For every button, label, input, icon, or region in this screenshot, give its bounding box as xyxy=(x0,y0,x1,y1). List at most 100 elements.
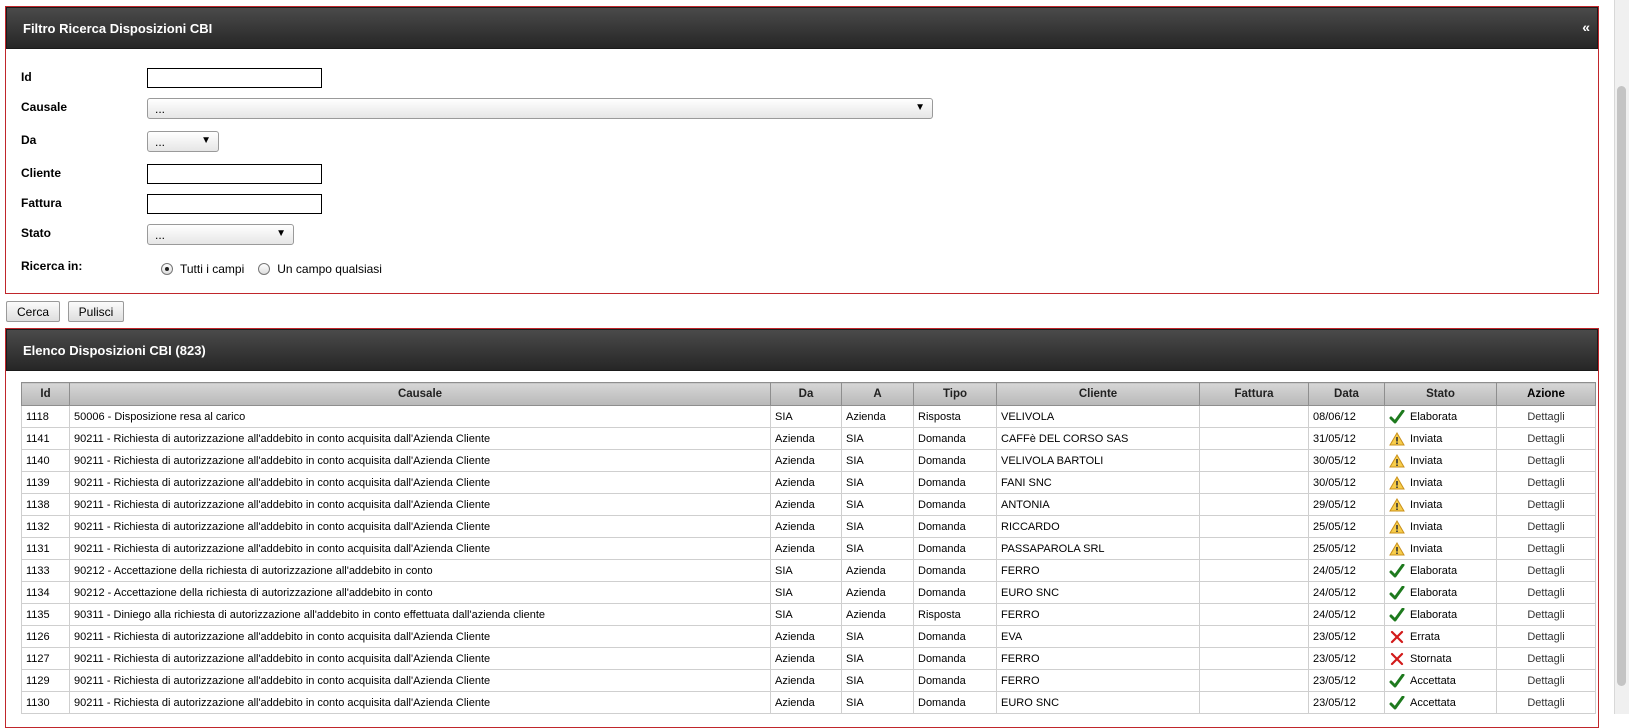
dettagli-link[interactable]: Dettagli xyxy=(1496,559,1596,582)
cell-tipo: Domanda xyxy=(913,537,997,560)
cell-data: 25/05/12 xyxy=(1308,515,1385,538)
page-scrollbar[interactable] xyxy=(1614,0,1629,714)
col-header-cliente[interactable]: Cliente xyxy=(996,382,1200,406)
stato-text: Elaborata xyxy=(1410,410,1458,423)
check-icon xyxy=(1389,695,1410,710)
col-header-fattura[interactable]: Fattura xyxy=(1199,382,1309,406)
dettagli-link[interactable]: Dettagli xyxy=(1496,427,1596,450)
cell-id: 1135 xyxy=(21,603,70,626)
cell-a: Azienda xyxy=(841,581,914,604)
dettagli-link[interactable]: Dettagli xyxy=(1496,581,1596,604)
cell-a: Azienda xyxy=(841,603,914,626)
cell-data: 25/05/12 xyxy=(1308,537,1385,560)
table-row[interactable]: 1141 90211 - Richiesta di autorizzazione … xyxy=(21,427,1596,450)
cell-tipo: Domanda xyxy=(913,647,997,670)
cell-stato: Inviata xyxy=(1384,537,1497,560)
stato-text: Accettata xyxy=(1410,696,1456,709)
table-row[interactable]: 1132 90211 - Richiesta di autorizzazione … xyxy=(21,515,1596,538)
cell-data: 23/05/12 xyxy=(1308,647,1385,670)
cerca-button[interactable]: Cerca xyxy=(6,301,60,322)
collapse-icon[interactable]: « xyxy=(1582,19,1590,35)
id-label: Id xyxy=(21,70,32,84)
stato-text: Stornata xyxy=(1410,652,1452,665)
da-label: Da xyxy=(21,133,37,147)
table-row[interactable]: 1139 90211 - Richiesta di autorizzazione … xyxy=(21,471,1596,494)
dettagli-link[interactable]: Dettagli xyxy=(1496,691,1596,714)
dettagli-link[interactable]: Dettagli xyxy=(1496,537,1596,560)
col-header-tipo[interactable]: Tipo xyxy=(913,382,997,406)
cell-tipo: Domanda xyxy=(913,449,997,472)
stato-text: Elaborata xyxy=(1410,586,1458,599)
da-select[interactable]: ... ▼ xyxy=(147,131,219,152)
ricerca-radio-group: Tutti i campi Un campo qualsiasi xyxy=(161,262,382,276)
table-row[interactable]: 1140 90211 - Richiesta di autorizzazione … xyxy=(21,449,1596,472)
warning-icon xyxy=(1389,519,1410,534)
cell-id: 1127 xyxy=(21,647,70,670)
table-row[interactable]: 1133 90212 - Accettazione della richiesta… xyxy=(21,559,1596,582)
col-header-causale[interactable]: Causale xyxy=(69,382,771,406)
cell-id: 1140 xyxy=(21,449,70,472)
cell-a: Azienda xyxy=(841,405,914,428)
warning-icon xyxy=(1389,497,1410,512)
cell-fattura xyxy=(1199,471,1309,494)
col-header-a[interactable]: A xyxy=(841,382,914,406)
col-header-data[interactable]: Data xyxy=(1308,382,1385,406)
radio-un-campo[interactable] xyxy=(258,263,271,275)
causale-select[interactable]: ... ▼ xyxy=(147,98,933,119)
cell-a: SIA xyxy=(841,625,914,648)
col-header-azione: Azione xyxy=(1496,382,1596,406)
cell-data: 23/05/12 xyxy=(1308,625,1385,648)
dettagli-link[interactable]: Dettagli xyxy=(1496,515,1596,538)
fattura-input[interactable] xyxy=(147,194,322,214)
table-row[interactable]: 1126 90211 - Richiesta di autorizzazione … xyxy=(21,625,1596,648)
table-row[interactable]: 1131 90211 - Richiesta di autorizzazione … xyxy=(21,537,1596,560)
dettagli-link[interactable]: Dettagli xyxy=(1496,625,1596,648)
stato-text: Inviata xyxy=(1410,454,1443,467)
dettagli-link[interactable]: Dettagli xyxy=(1496,603,1596,626)
pulisci-button[interactable]: Pulisci xyxy=(68,301,124,322)
col-header-da[interactable]: Da xyxy=(770,382,842,406)
stato-select[interactable]: ... ▼ xyxy=(147,224,294,245)
cell-tipo: Domanda xyxy=(913,669,997,692)
cell-cliente: FERRO xyxy=(996,603,1200,626)
cell-stato: Inviata xyxy=(1384,427,1497,450)
cell-a: SIA xyxy=(841,669,914,692)
table-row[interactable]: 1135 90311 - Diniego alla richiesta di au… xyxy=(21,603,1596,626)
radio-tutti-campi[interactable] xyxy=(161,263,173,275)
table-row[interactable]: 1129 90211 - Richiesta di autorizzazione … xyxy=(21,669,1596,692)
dettagli-link[interactable]: Dettagli xyxy=(1496,405,1596,428)
cell-cliente: EURO SNC xyxy=(996,691,1200,714)
cell-stato: Inviata xyxy=(1384,449,1497,472)
col-header-id[interactable]: Id xyxy=(21,382,70,406)
id-input[interactable] xyxy=(147,68,322,88)
table-row[interactable]: 1127 90211 - Richiesta di autorizzazione … xyxy=(21,647,1596,670)
cell-a: SIA xyxy=(841,515,914,538)
cliente-input[interactable] xyxy=(147,164,322,184)
stato-select-value: ... xyxy=(155,227,166,242)
col-header-stato[interactable]: Stato xyxy=(1384,382,1497,406)
cell-tipo: Domanda xyxy=(913,559,997,582)
dettagli-link[interactable]: Dettagli xyxy=(1496,449,1596,472)
table-row[interactable]: 1134 90212 - Accettazione della richiesta… xyxy=(21,581,1596,604)
cell-id: 1126 xyxy=(21,625,70,648)
dettagli-link[interactable]: Dettagli xyxy=(1496,669,1596,692)
dettagli-link[interactable]: Dettagli xyxy=(1496,471,1596,494)
table-row[interactable]: 1138 90211 - Richiesta di autorizzazione … xyxy=(21,493,1596,516)
cell-cliente: EURO SNC xyxy=(996,581,1200,604)
dettagli-link[interactable]: Dettagli xyxy=(1496,647,1596,670)
ricerca-label: Ricerca in: xyxy=(21,259,83,273)
cell-causale: 90211 - Richiesta di autorizzazione all'… xyxy=(69,493,771,516)
cell-stato: Stornata xyxy=(1384,647,1497,670)
radio-un-campo-label[interactable]: Un campo qualsiasi xyxy=(277,262,382,276)
page: Filtro Ricerca Disposizioni CBI « Id Cau… xyxy=(0,0,1614,728)
dettagli-link[interactable]: Dettagli xyxy=(1496,493,1596,516)
cell-id: 1132 xyxy=(21,515,70,538)
cell-fattura xyxy=(1199,449,1309,472)
scrollbar-thumb[interactable] xyxy=(1617,86,1626,686)
table-row[interactable]: 1118 50006 - Disposizione resa al carico S… xyxy=(21,405,1596,428)
cell-stato: Inviata xyxy=(1384,515,1497,538)
cell-data: 29/05/12 xyxy=(1308,493,1385,516)
radio-tutti-campi-label[interactable]: Tutti i campi xyxy=(180,262,244,276)
cell-cliente: PASSAPAROLA SRL xyxy=(996,537,1200,560)
table-row[interactable]: 1130 90211 - Richiesta di autorizzazione … xyxy=(21,691,1596,714)
